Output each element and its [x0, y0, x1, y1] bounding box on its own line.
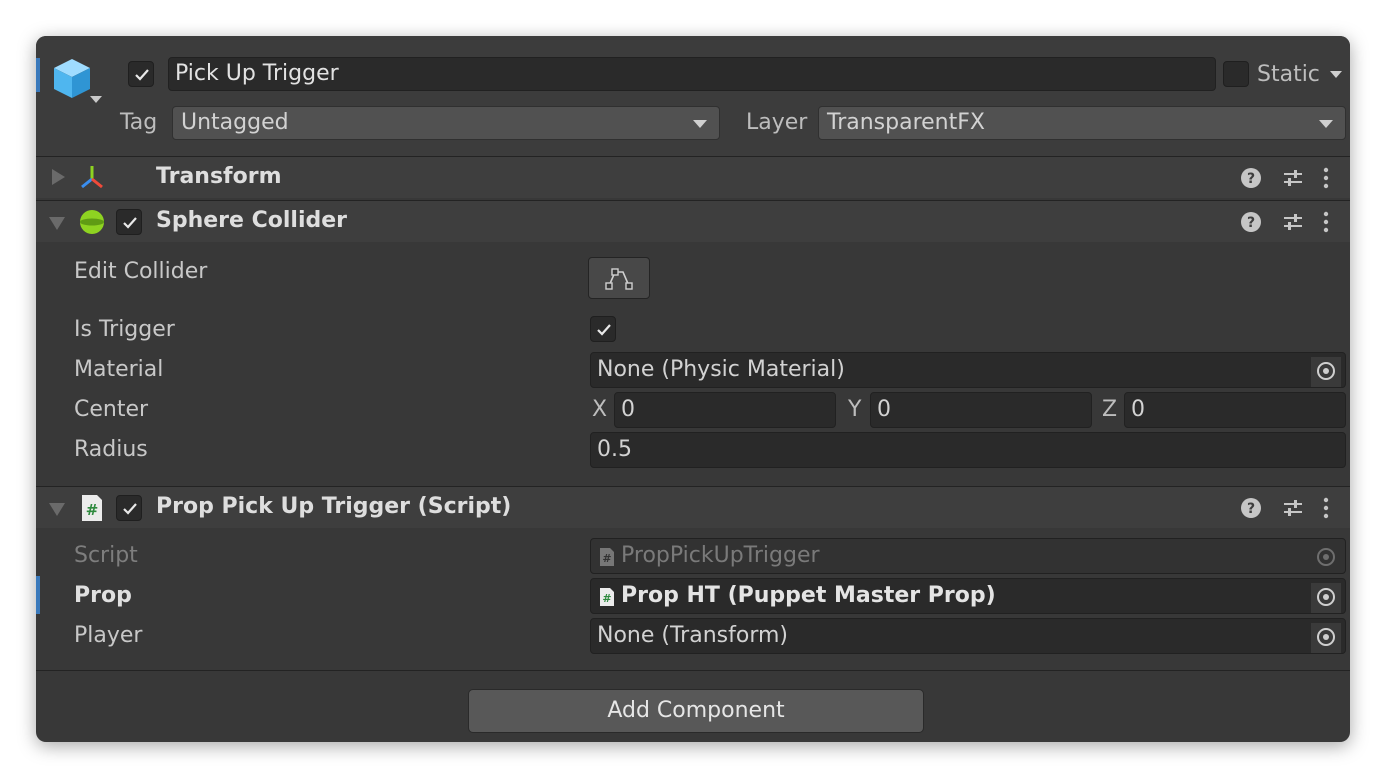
center-label: Center — [74, 397, 149, 422]
script-object-field: # PropPickUpTrigger — [590, 538, 1346, 574]
svg-text:#: # — [602, 552, 611, 565]
svg-text:?: ? — [1247, 171, 1255, 187]
is-trigger-checkbox[interactable] — [590, 316, 616, 342]
object-picker-icon — [1317, 548, 1335, 566]
script-value: PropPickUpTrigger — [621, 543, 820, 568]
radius-label: Radius — [74, 437, 148, 462]
center-z-label[interactable]: Z — [1102, 396, 1117, 424]
script-component-header[interactable]: # Prop Pick Up Trigger (Script) ? — [36, 486, 1350, 528]
transform-title: Transform — [156, 164, 282, 189]
player-label: Player — [74, 623, 143, 648]
component-header-buttons: ? — [1230, 157, 1350, 199]
is-trigger-label: Is Trigger — [74, 317, 175, 342]
layer-value: TransparentFX — [827, 110, 985, 135]
checkmark-icon — [123, 217, 137, 229]
object-picker-icon[interactable] — [1311, 583, 1341, 613]
collapse-arrow-icon[interactable] — [49, 217, 65, 230]
sphere-collider-enabled-toggle[interactable] — [116, 209, 142, 235]
svg-text:?: ? — [1247, 215, 1255, 231]
component-header-buttons: ? — [1230, 487, 1350, 529]
help-icon[interactable]: ? — [1240, 211, 1262, 233]
object-picker-icon[interactable] — [1311, 623, 1341, 653]
tag-value: Untagged — [181, 110, 289, 135]
modified-indicator — [36, 58, 40, 92]
player-value: None (Transform) — [597, 623, 788, 648]
tag-dropdown[interactable]: Untagged — [172, 106, 720, 140]
help-icon[interactable]: ? — [1240, 497, 1262, 519]
tag-label: Tag — [120, 110, 158, 135]
script-label: Script — [74, 543, 138, 568]
sphere-collider-icon — [78, 208, 106, 236]
radius-value: 0.5 — [597, 437, 632, 462]
script-enabled-toggle[interactable] — [116, 495, 142, 521]
sphere-collider-body: Edit Collider Is Trigger Material None (… — [36, 242, 1350, 486]
active-toggle[interactable] — [128, 61, 154, 87]
object-name-text: Pick Up Trigger — [175, 61, 339, 86]
svg-text:#: # — [86, 501, 99, 519]
center-y-value: 0 — [877, 397, 891, 422]
center-x-value: 0 — [621, 397, 635, 422]
script-component-body: Script # PropPickUpTrigger Prop # Prop H… — [36, 528, 1350, 668]
cube-icon[interactable] — [50, 56, 108, 114]
prop-label: Prop — [74, 583, 132, 608]
transform-axes-icon — [78, 163, 106, 191]
center-z-value: 0 — [1131, 397, 1145, 422]
material-value: None (Physic Material) — [597, 357, 845, 382]
gameobject-header: Pick Up Trigger Static Tag Untagged Laye… — [36, 36, 1350, 156]
material-object-field[interactable]: None (Physic Material) — [590, 352, 1346, 388]
center-y-label[interactable]: Y — [848, 396, 861, 424]
expand-arrow-icon[interactable] — [52, 169, 65, 185]
collapse-arrow-icon[interactable] — [49, 503, 65, 516]
static-toggle[interactable] — [1223, 61, 1249, 87]
script-hash-icon: # — [80, 494, 104, 522]
edit-collider-label: Edit Collider — [74, 259, 208, 284]
material-label: Material — [74, 357, 164, 382]
static-label[interactable]: Static — [1257, 61, 1320, 89]
edit-collider-icon — [605, 268, 633, 290]
sphere-collider-header[interactable]: Sphere Collider ? — [36, 200, 1350, 242]
prop-modified-indicator — [36, 576, 40, 614]
checkmark-icon — [135, 69, 149, 81]
center-x-input[interactable]: 0 — [614, 392, 836, 428]
dropdown-arrow-icon — [1319, 120, 1333, 128]
script-component-title: Prop Pick Up Trigger (Script) — [156, 494, 512, 519]
script-hash-icon: # — [600, 548, 614, 566]
presets-sliders-icon[interactable] — [1282, 211, 1304, 233]
object-name-input[interactable]: Pick Up Trigger — [168, 57, 1216, 91]
layer-label: Layer — [746, 110, 808, 135]
center-z-input[interactable]: 0 — [1124, 392, 1346, 428]
radius-input[interactable]: 0.5 — [590, 432, 1346, 468]
transform-header[interactable]: Transform ? — [36, 156, 1350, 198]
divider — [36, 670, 1350, 671]
presets-sliders-icon[interactable] — [1282, 167, 1304, 189]
more-vert-icon[interactable] — [1320, 211, 1332, 233]
script-hash-icon: # — [600, 588, 614, 606]
center-y-input[interactable]: 0 — [870, 392, 1092, 428]
more-vert-icon[interactable] — [1320, 497, 1332, 519]
help-icon[interactable]: ? — [1240, 167, 1262, 189]
sphere-collider-title: Sphere Collider — [156, 208, 348, 233]
center-x-label[interactable]: X — [592, 396, 607, 424]
prop-object-field[interactable]: # Prop HT (Puppet Master Prop) — [590, 578, 1346, 614]
layer-dropdown[interactable]: TransparentFX — [818, 106, 1346, 140]
inspector-window: Pick Up Trigger Static Tag Untagged Laye… — [36, 36, 1350, 742]
checkmark-icon — [123, 503, 137, 515]
svg-text:#: # — [602, 592, 611, 605]
presets-sliders-icon[interactable] — [1282, 497, 1304, 519]
more-vert-icon[interactable] — [1320, 167, 1332, 189]
edit-collider-button[interactable] — [588, 257, 650, 299]
svg-text:?: ? — [1247, 501, 1255, 517]
checkmark-icon — [597, 324, 611, 336]
add-component-button[interactable]: Add Component — [468, 689, 924, 733]
player-object-field[interactable]: None (Transform) — [590, 618, 1346, 654]
object-picker-icon[interactable] — [1311, 357, 1341, 387]
static-dropdown-arrow-icon[interactable] — [1330, 71, 1342, 78]
dropdown-arrow-icon — [693, 120, 707, 128]
component-header-buttons: ? — [1230, 201, 1350, 243]
prop-value: Prop HT (Puppet Master Prop) — [621, 583, 996, 608]
